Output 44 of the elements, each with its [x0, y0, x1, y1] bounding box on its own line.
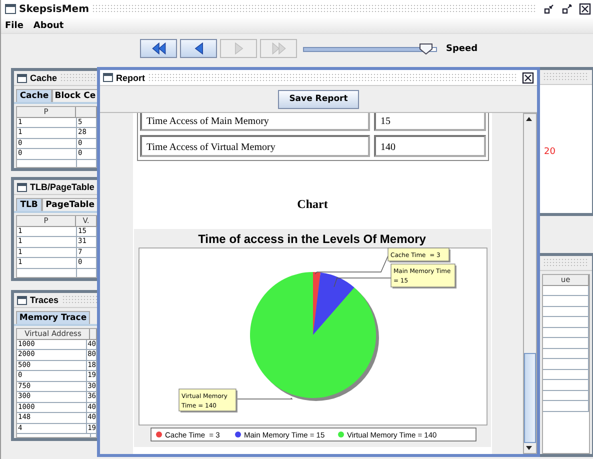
- value-text: 20: [544, 147, 556, 157]
- window-icon: [17, 296, 27, 304]
- window-icon: [17, 182, 27, 192]
- table-cell: 140: [374, 135, 486, 157]
- window-icon: [103, 73, 113, 82]
- window-icon: [17, 74, 27, 82]
- close-icon[interactable]: [579, 3, 591, 15]
- save-report-button[interactable]: Save Report: [278, 90, 359, 108]
- table-cell: Time Access of Virtual Memory: [140, 135, 370, 157]
- window-title: Cache: [30, 73, 58, 83]
- window-title: Traces: [30, 295, 59, 305]
- vertical-scrollbar[interactable]: [523, 113, 537, 454]
- speed-label: Speed: [446, 44, 478, 54]
- title-bar-texture: [60, 73, 97, 83]
- section-heading: Chart: [297, 197, 328, 213]
- table-cell: 15: [374, 113, 486, 131]
- double-right-arrow-icon: [270, 42, 288, 55]
- window-title: TLB/PageTable: [30, 182, 94, 192]
- title-bar-texture: [543, 258, 589, 268]
- minimize-icon[interactable]: [543, 3, 555, 15]
- tab[interactable]: PageTable: [42, 198, 98, 211]
- chart-title: Time of access in the Levels Of Memory: [198, 232, 426, 246]
- title-bar-texture: [543, 72, 589, 82]
- table-cell: Time Access of Main Memory: [140, 113, 370, 131]
- speed-slider[interactable]: [303, 42, 437, 56]
- maximize-icon[interactable]: [561, 3, 573, 15]
- menu-item[interactable]: File: [5, 20, 24, 30]
- leader-line: [236, 398, 293, 400]
- double-left-arrow-icon: [150, 42, 168, 55]
- toolbar-button[interactable]: [140, 39, 177, 58]
- toolbar-button[interactable]: [180, 39, 217, 58]
- tab[interactable]: TLB: [16, 198, 42, 211]
- tab[interactable]: Memory Trace: [16, 311, 90, 324]
- title-bar-texture: [62, 295, 97, 305]
- window-icon: [5, 4, 16, 14]
- window-title: Report: [116, 72, 145, 82]
- menu-item[interactable]: About: [33, 20, 64, 30]
- close-icon[interactable]: [522, 72, 534, 84]
- slider-thumb[interactable]: [419, 42, 434, 54]
- tab[interactable]: Cache: [16, 89, 52, 102]
- tab[interactable]: Block Ce: [52, 89, 98, 102]
- scroll-thumb[interactable]: [524, 353, 536, 443]
- window-title: SkepsisMem: [19, 4, 90, 14]
- leader-line: [334, 278, 392, 288]
